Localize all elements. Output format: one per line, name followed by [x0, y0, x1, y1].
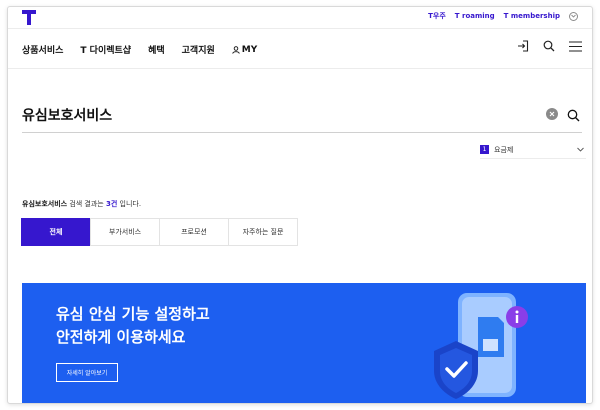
banner-heading: 유심 안심 기능 설정하고 안전하게 이용하세요: [56, 303, 210, 349]
tab-addon-services[interactable]: 부가서비스: [90, 218, 160, 246]
chevron-down-icon: [577, 146, 584, 154]
result-tail-text: 입니다.: [117, 200, 142, 208]
search-bar: [22, 103, 582, 133]
t-logo[interactable]: [22, 10, 36, 25]
result-keyword: 유심보호서비스: [22, 200, 68, 208]
nav-my-label: MY: [241, 44, 258, 55]
category-label: 요금제: [494, 145, 514, 154]
utility-links: T우주 T roaming T membership: [428, 11, 578, 21]
result-count: 3건: [105, 200, 118, 208]
tab-all[interactable]: 전체: [21, 218, 91, 246]
search-icon[interactable]: [543, 40, 555, 52]
nav-benefits[interactable]: 혜택: [148, 43, 165, 56]
link-tmembership[interactable]: T membership: [504, 12, 560, 20]
menu-icon[interactable]: [569, 40, 582, 52]
category-select[interactable]: 1 요금제: [480, 141, 586, 159]
nav-my[interactable]: MY: [232, 43, 257, 56]
phone-sim-shield-illustration: [434, 293, 528, 399]
user-icon: [232, 45, 240, 54]
banner-line-1: 유심 안심 기능 설정하고: [56, 305, 210, 323]
link-tuju[interactable]: T우주: [428, 11, 446, 21]
search-submit-icon[interactable]: [567, 107, 580, 126]
utility-bar: T우주 T roaming T membership: [8, 7, 592, 29]
tab-promotion[interactable]: 프로모션: [159, 218, 229, 246]
learn-more-button[interactable]: 자세히 알아보기: [56, 363, 118, 382]
nav-support[interactable]: 고객지원: [182, 43, 215, 56]
tab-faq[interactable]: 자주하는 질문: [228, 218, 298, 246]
result-mid-text: 검색 결과는: [67, 200, 106, 208]
link-troaming[interactable]: T roaming: [455, 12, 495, 20]
chevron-down-icon[interactable]: [569, 11, 578, 21]
nav-tdirect[interactable]: T 다이렉트샵: [80, 43, 131, 56]
login-icon[interactable]: [517, 40, 529, 52]
search-input[interactable]: [22, 103, 522, 127]
result-summary: 유심보호서비스 검색 결과는 3건 입니다.: [22, 199, 141, 209]
result-tabs: 전체 부가서비스 프로모션 자주하는 질문: [21, 218, 298, 246]
browser-frame: T우주 T roaming T membership 상품서비스 T 다이렉트샵…: [7, 6, 593, 404]
clear-icon[interactable]: [546, 108, 558, 120]
main-nav: 상품서비스 T 다이렉트샵 혜택 고객지원 MY: [8, 29, 592, 69]
nav-products[interactable]: 상품서비스: [22, 43, 63, 56]
category-badge: 1: [480, 145, 489, 154]
promo-banner: 유심 안심 기능 설정하고 안전하게 이용하세요 자세히 알아보기: [22, 283, 586, 403]
banner-line-2: 안전하게 이용하세요: [56, 328, 186, 346]
